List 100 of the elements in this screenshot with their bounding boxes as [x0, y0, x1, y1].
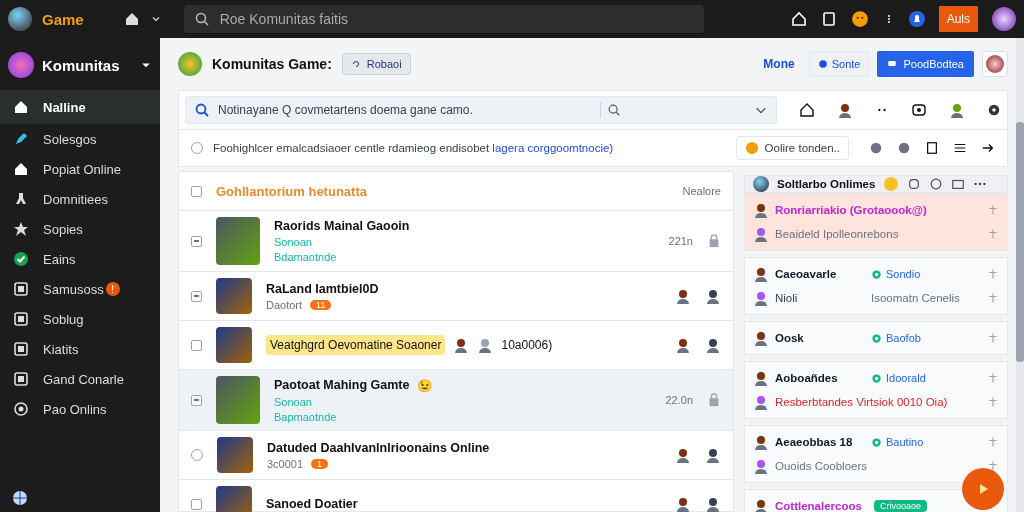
game-title[interactable]: RaLand Iamtbiel0D [266, 281, 379, 296]
brand-name: Game [42, 10, 84, 28]
game-title[interactable]: Sanoed Doatier [266, 497, 358, 511]
player-icon [705, 337, 721, 353]
game-subtitle: Bdamaotnde [274, 251, 338, 263]
settings-icon[interactable] [987, 103, 1001, 117]
search-icon [193, 11, 210, 27]
community-avatar [8, 52, 34, 78]
tag-chip[interactable]: Robaoi [341, 53, 411, 75]
contact-name[interactable]: Nioli [775, 292, 798, 304]
tablet-icon[interactable] [925, 141, 939, 155]
game-time: 22.0n [665, 394, 693, 406]
game-title[interactable]: Veatghgrd Oevomatine Soaoner [266, 335, 446, 355]
bell-icon[interactable] [908, 11, 925, 27]
status-text: Sondio [886, 268, 921, 280]
contact-name[interactable]: Ouoids Coobloers [775, 460, 868, 472]
sort-button[interactable]: Sonte [808, 51, 870, 77]
arrow-icon[interactable] [981, 141, 995, 155]
search-field[interactable]: Roe Komunitas faitis [217, 10, 694, 28]
member-avatar[interactable] [982, 51, 1008, 77]
scrollbar[interactable] [1016, 38, 1024, 512]
person-icon [453, 337, 470, 353]
pen-icon [13, 131, 29, 147]
status-text: Bautino [886, 436, 924, 448]
game-time: 221n [668, 235, 693, 247]
emoji: 😉 [417, 377, 434, 393]
sidebar-item[interactable]: Domnitiees [0, 184, 160, 214]
radio-button[interactable] [191, 142, 203, 154]
action-button[interactable]: Auls [938, 6, 978, 32]
game-subtitle: Daotort [266, 298, 303, 311]
radio-button[interactable] [191, 449, 203, 461]
game-title[interactable]: Datuded Daahlvanlnlrioonains Online [267, 440, 490, 455]
user-avatar[interactable] [8, 7, 32, 31]
lock-icon [707, 234, 721, 248]
home-link[interactable]: Mone [763, 57, 795, 71]
online-button[interactable]: Oolire tonden.. [735, 136, 849, 160]
game-title[interactable]: Raorids Mainal Gaooin [274, 219, 410, 233]
list-icon[interactable] [953, 141, 967, 155]
game-title[interactable]: Paotoat Mahing Gamte [274, 378, 410, 392]
check-icon [13, 251, 29, 267]
contact-name[interactable]: Ronriarriakio (Grotaoook@) [775, 204, 927, 216]
row-checkbox[interactable] [191, 290, 202, 302]
contact-name[interactable]: Beaideld Ipolleonrebons [775, 228, 899, 240]
sidebar-item[interactable]: Popiat Online [0, 154, 160, 184]
figure-icon [13, 191, 29, 207]
status-text: Idoorald [886, 372, 926, 384]
game-row[interactable]: Paotoat Mahing Gamte 😉 Sonoan Bapmaotnde 22.0n [179, 370, 733, 431]
home-icon[interactable] [799, 102, 815, 118]
filter-field[interactable]: Notinayane Q covmetartens doema gane camo. [216, 102, 601, 118]
contact-name[interactable]: Oosk [775, 332, 804, 344]
filter-bar[interactable]: Notinayane Q covmetartens doema gane camo. [185, 96, 777, 124]
player-icon [705, 288, 721, 304]
sidebar-item[interactable]: Solesgos [0, 124, 160, 154]
sidebar-item[interactable]: Soblug [0, 304, 160, 334]
square-icon [13, 281, 29, 297]
sidebar-item[interactable]: Pao Onlins [0, 394, 160, 424]
card-icon[interactable] [951, 177, 966, 191]
notice-link[interactable]: lagera corggoomtnocie) [492, 142, 614, 154]
select-all-checkbox[interactable] [191, 185, 202, 197]
game-thumbnail [216, 217, 260, 265]
contact-name[interactable]: Cottlenalercoos [775, 500, 862, 512]
sidebar-item[interactable]: Samusoss ! [0, 274, 160, 304]
row-checkbox[interactable] [191, 498, 202, 510]
sidebar-item[interactable]: Kiatits [0, 334, 160, 364]
sidebar-item[interactable]: Nalline [0, 90, 160, 124]
community-name[interactable]: Komunitas [42, 56, 120, 74]
pin-icon[interactable] [987, 460, 999, 472]
contact-name[interactable]: Aeaeobbas 18 [775, 436, 853, 448]
tablet-icon[interactable] [820, 11, 837, 27]
contact-name[interactable]: Aoboañdes [775, 372, 838, 384]
profile-avatar[interactable] [992, 7, 1016, 31]
row-checkbox[interactable] [191, 339, 202, 351]
search-bar[interactable]: Roe Komunitas faitis [183, 5, 704, 33]
contact-name[interactable]: Caeoavarle [775, 268, 837, 280]
online-icon [871, 268, 882, 280]
square-icon [13, 341, 29, 357]
camera-icon[interactable] [911, 102, 927, 118]
avatar-icon [753, 458, 769, 474]
game-row[interactable]: Veatghgrd Oevomatine Soaoner 10a0006) [179, 321, 733, 370]
row-checkbox[interactable] [191, 394, 202, 406]
home-icon[interactable] [123, 11, 140, 27]
game-row[interactable]: Datuded Daahlvanlnlrioonains Online 3c0001 1 [179, 431, 733, 480]
online-icon [871, 436, 882, 448]
star-icon [13, 221, 29, 237]
sidebar-item[interactable]: Gand Conarle [0, 364, 160, 394]
avatar-icon [753, 498, 769, 512]
group-icon [477, 337, 494, 353]
sidebar-item[interactable]: Sopies [0, 214, 160, 244]
player-icon [705, 447, 721, 463]
column-header: Nealore [682, 185, 721, 197]
game-row[interactable]: RaLand Iamtbiel0D Daotort 11 [179, 272, 733, 321]
game-row[interactable]: Raorids Mainal Gaooin Sonoan Bdamaotnde 221n [179, 211, 733, 272]
game-thumbnail [216, 278, 252, 314]
player-icon [675, 447, 691, 463]
globe-icon[interactable] [12, 490, 28, 506]
row-checkbox[interactable] [191, 235, 202, 247]
sidebar-item[interactable]: Eains [0, 244, 160, 274]
primary-button[interactable]: PoodBodtea [877, 51, 974, 77]
contact-name[interactable]: Resberbtandes Virtsiok 0010 Oia) [775, 396, 948, 408]
game-row[interactable]: Sanoed Doatier [179, 480, 733, 512]
